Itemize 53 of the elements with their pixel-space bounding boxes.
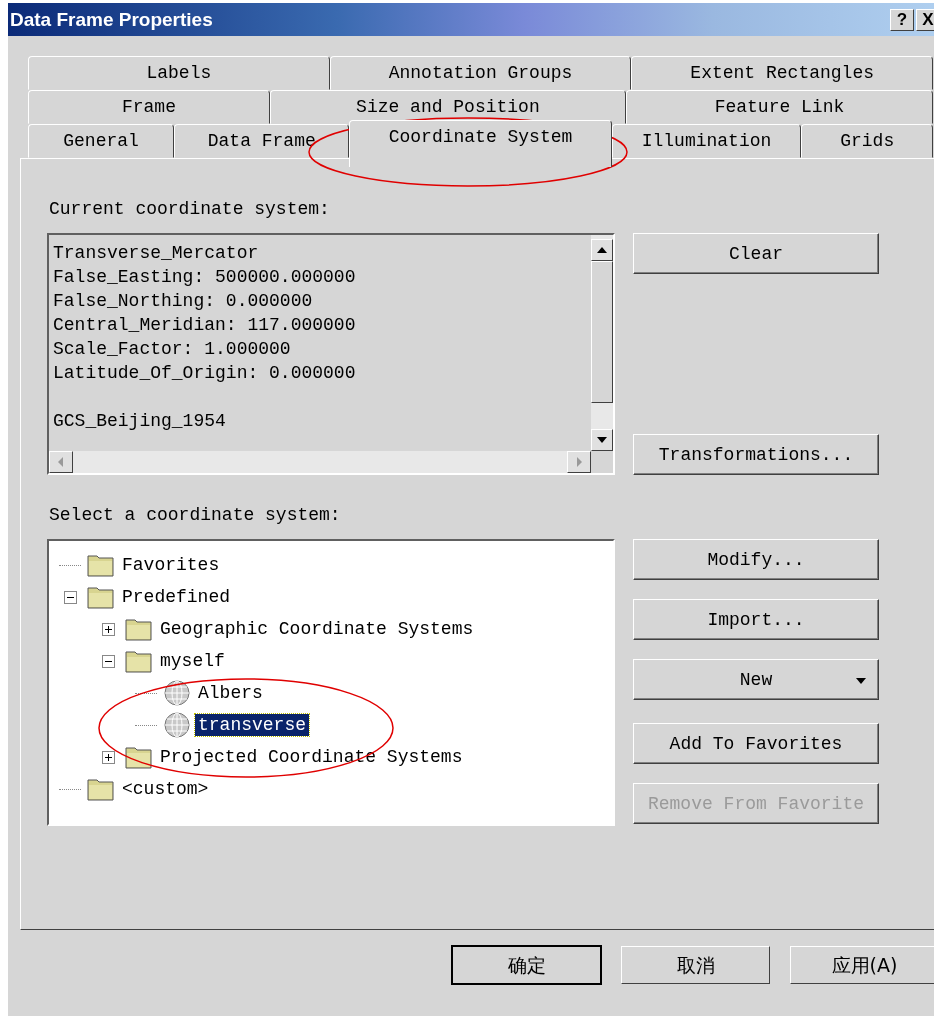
tree-item[interactable]: Predefined xyxy=(119,586,234,608)
horizontal-scrollbar[interactable] xyxy=(49,451,591,473)
tab[interactable]: Coordinate System xyxy=(349,120,612,167)
button[interactable]: Transformations... xyxy=(633,434,879,475)
folder-icon xyxy=(125,617,153,641)
tab[interactable]: Illumination xyxy=(611,124,802,158)
button[interactable]: Clear xyxy=(633,233,879,274)
tree-item[interactable]: <custom> xyxy=(119,778,212,800)
expand-icon[interactable] xyxy=(101,622,115,636)
tab[interactable]: Extent Rectangles xyxy=(631,56,933,90)
text-line: False_Northing: 0.000000 xyxy=(53,290,314,313)
button[interactable]: Modify... xyxy=(633,539,879,580)
tab[interactable]: Labels xyxy=(28,56,330,90)
section-label: Select a coordinate system: xyxy=(48,505,342,527)
vertical-scrollbar[interactable] xyxy=(591,235,613,451)
text-line: Central_Meridian: 117.000000 xyxy=(53,314,357,337)
button[interactable]: 确定 xyxy=(452,946,601,984)
button[interactable]: 应用(A) xyxy=(790,946,934,984)
expand-icon[interactable] xyxy=(101,750,115,764)
folder-icon xyxy=(87,777,115,801)
tree-item[interactable]: Albers xyxy=(195,682,266,704)
button[interactable]: New xyxy=(633,659,879,700)
tab[interactable]: Annotation Groups xyxy=(329,56,632,90)
tab[interactable]: Grids xyxy=(801,124,933,158)
tree-item[interactable]: Favorites xyxy=(119,554,223,576)
text-line: Scale_Factor: 1.000000 xyxy=(53,338,292,361)
tab[interactable]: Data Frame xyxy=(174,124,350,158)
tab[interactable]: Feature Link xyxy=(625,90,933,124)
collapse-icon[interactable] xyxy=(101,654,115,668)
tab[interactable]: Size and Position xyxy=(269,90,626,124)
text-line: Latitude_Of_Origin: 0.000000 xyxy=(53,362,357,385)
close-button[interactable]: X xyxy=(916,8,934,31)
tab[interactable]: General xyxy=(28,124,175,158)
text-line: False_Easting: 500000.000000 xyxy=(53,266,357,289)
folder-icon xyxy=(87,553,115,577)
window-title: Data Frame Properties xyxy=(10,8,213,31)
tree-item[interactable]: Geographic Coordinate Systems xyxy=(157,618,477,640)
button[interactable]: 取消 xyxy=(621,946,770,984)
help-button[interactable]: ? xyxy=(890,8,914,31)
folder-icon xyxy=(125,649,153,673)
text-line: Transverse_Mercator xyxy=(53,242,260,265)
globe-icon xyxy=(163,679,191,707)
folder-icon xyxy=(125,745,153,769)
tab[interactable]: Frame xyxy=(28,90,270,124)
section-label: Current coordinate system: xyxy=(48,199,331,221)
tree-item[interactable]: myself xyxy=(157,650,228,672)
text-line: GCS_Beijing_1954 xyxy=(53,410,227,433)
collapse-icon[interactable] xyxy=(63,590,77,604)
folder-icon xyxy=(87,585,115,609)
button[interactable]: Import... xyxy=(633,599,879,640)
globe-icon xyxy=(163,711,191,739)
tree-item[interactable]: transverse xyxy=(195,714,310,736)
button[interactable]: Add To Favorites xyxy=(633,723,879,764)
